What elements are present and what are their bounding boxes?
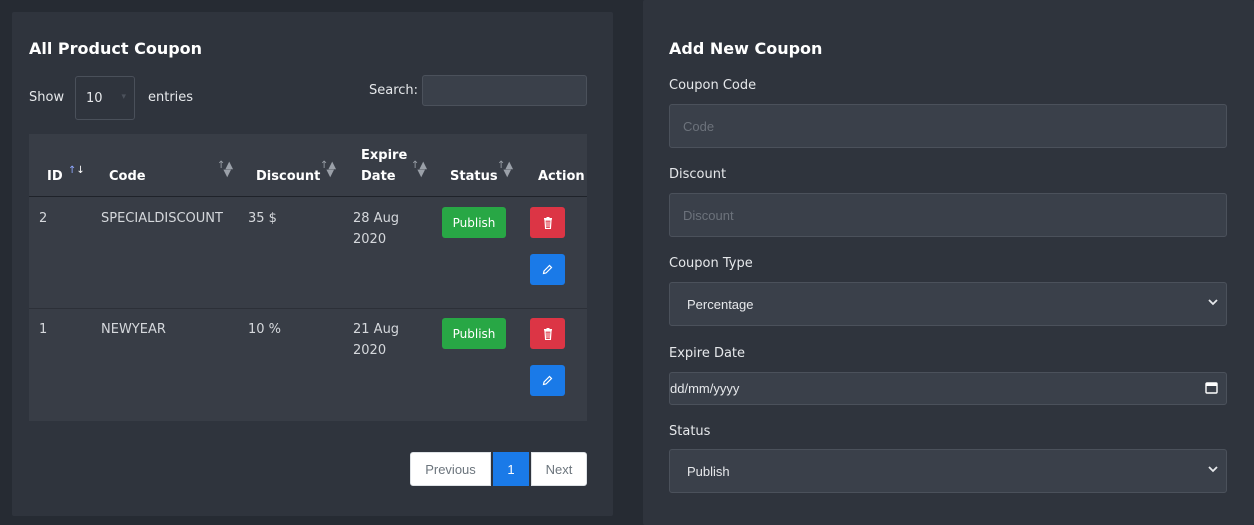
coupon-id: 1: [39, 322, 48, 337]
column-header-expire[interactable]: Expire: [361, 148, 407, 163]
trash-icon: [543, 327, 552, 340]
column-header-action: Action: [538, 169, 585, 184]
coupon-id: 2: [39, 211, 48, 226]
coupon-list-title: All Product Coupon: [29, 39, 203, 58]
coupon-discount: 35 $: [248, 211, 277, 226]
discount-input[interactable]: Discount: [669, 193, 1227, 237]
coupon-code-placeholder: Code: [683, 119, 715, 134]
coupon-expire-date: 28 Aug 2020: [353, 211, 400, 247]
sort-icon[interactable]: ↑▲ ▼: [217, 161, 233, 179]
column-header-status[interactable]: Status: [450, 169, 498, 184]
discount-label: Discount: [669, 167, 727, 182]
delete-button[interactable]: [530, 318, 565, 349]
sort-icon[interactable]: ↑▲ ▼: [411, 161, 427, 179]
column-header-date[interactable]: Date: [361, 169, 396, 184]
entries-control: Show 10 ▾ entries: [29, 76, 229, 120]
edit-button[interactable]: [530, 365, 565, 396]
expire-date-value: dd/mm/yyyy: [670, 381, 740, 396]
coupon-code: NEWYEAR: [101, 322, 166, 337]
discount-placeholder: Discount: [683, 208, 734, 223]
pagination-next[interactable]: Next: [531, 452, 587, 486]
publish-button[interactable]: Publish: [442, 318, 506, 349]
search-input[interactable]: [422, 75, 587, 106]
add-coupon-card: Add New Coupon Coupon Code Code Discount…: [643, 0, 1254, 525]
chevron-down-icon: ▾: [121, 92, 126, 102]
show-label: Show: [29, 90, 65, 105]
coupon-code-label: Coupon Code: [669, 78, 757, 93]
calendar-icon[interactable]: [1205, 381, 1218, 398]
coupon-type-label: Coupon Type: [669, 256, 753, 271]
coupon-type-value: Percentage: [687, 297, 754, 312]
expire-date-input[interactable]: dd/mm/yyyy: [669, 372, 1227, 405]
entries-select[interactable]: 10 ▾: [75, 76, 135, 120]
status-label: Status: [669, 424, 711, 439]
pagination-previous[interactable]: Previous: [410, 452, 491, 486]
sort-icon[interactable]: ↑▲ ▼: [320, 161, 336, 179]
table-header: ID ↑↓ Code ↑▲ ▼ Discount ↑▲ ▼ Expire Dat…: [29, 134, 587, 197]
table-row: 2 SPECIALDISCOUNT 35 $ 28 Aug 2020 Publis…: [29, 198, 587, 309]
coupon-list-card: All Product Coupon Show 10 ▾ entries Sea…: [12, 12, 613, 516]
coupon-table: ID ↑↓ Code ↑▲ ▼ Discount ↑▲ ▼ Expire Dat…: [29, 134, 587, 421]
status-value: Publish: [687, 464, 730, 479]
sort-icon[interactable]: ↑▲ ▼: [497, 161, 513, 179]
table-row: 1 NEWYEAR 10 % 21 Aug 2020 Publish: [29, 309, 587, 421]
entries-label: entries: [148, 90, 194, 105]
column-header-code[interactable]: Code: [109, 169, 146, 184]
trash-icon: [543, 216, 552, 229]
coupon-code-input[interactable]: Code: [669, 104, 1227, 148]
column-header-discount[interactable]: Discount: [256, 169, 320, 184]
pencil-icon: [542, 375, 553, 386]
coupon-discount: 10 %: [248, 322, 282, 337]
chevron-down-icon: [1208, 463, 1218, 478]
status-select[interactable]: Publish: [669, 449, 1227, 493]
search-label: Search:: [369, 83, 419, 98]
column-header-id[interactable]: ID: [47, 169, 63, 184]
expire-date-label: Expire Date: [669, 346, 746, 361]
pagination: Previous 1 Next: [410, 452, 587, 486]
pencil-icon: [542, 264, 553, 275]
publish-button[interactable]: Publish: [442, 207, 506, 238]
entries-select-value: 10: [86, 91, 103, 106]
delete-button[interactable]: [530, 207, 565, 238]
edit-button[interactable]: [530, 254, 565, 285]
pagination-page-1[interactable]: 1: [493, 452, 529, 486]
coupon-code: SPECIALDISCOUNT: [101, 211, 223, 226]
add-coupon-title: Add New Coupon: [669, 39, 823, 58]
chevron-down-icon: [1208, 296, 1218, 311]
sort-desc-icon[interactable]: ↑↓: [68, 166, 85, 176]
coupon-type-select[interactable]: Percentage: [669, 282, 1227, 326]
coupon-expire-date: 21 Aug 2020: [353, 322, 400, 358]
